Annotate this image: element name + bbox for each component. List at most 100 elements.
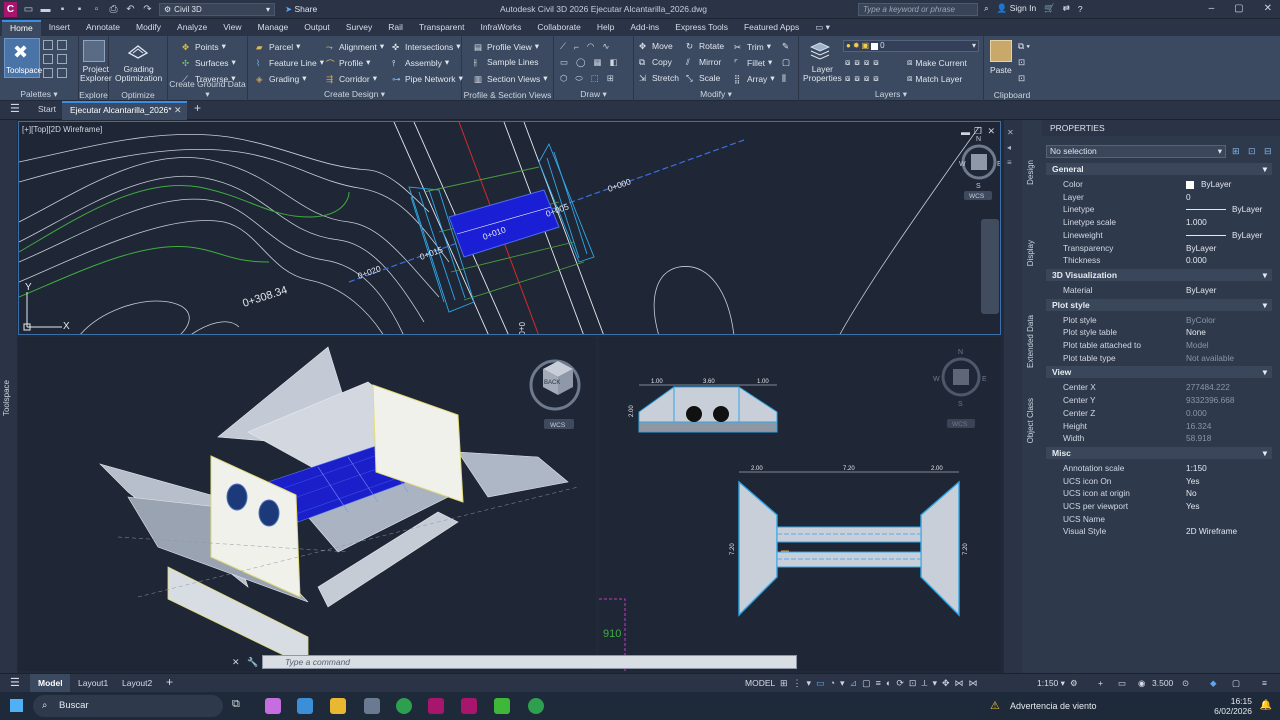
customization-icon[interactable]: ≡ <box>1262 678 1267 688</box>
section-general[interactable]: General ▾ <box>1046 163 1272 175</box>
search-input[interactable]: Type a keyword or phrase <box>858 3 978 16</box>
profile-button[interactable]: ⌒ Profile ▾ <box>326 57 370 69</box>
property-row-center-x[interactable]: Center X 277484.222 <box>1046 381 1272 394</box>
property-row-lineweight[interactable]: Lineweight ByLayer <box>1046 229 1272 242</box>
offset-icon[interactable]: ⫼ <box>782 73 786 84</box>
osnap-track-icon[interactable]: ⊿ <box>850 678 858 689</box>
tab-express-tools[interactable]: Express Tools <box>667 20 736 36</box>
tab-annotate[interactable]: Annotate <box>78 20 128 36</box>
redo-icon[interactable]: ↷ <box>142 4 153 15</box>
rectangle-icon[interactable]: ▭ <box>560 57 568 68</box>
tab-display[interactable]: Display <box>1026 240 1035 266</box>
make-current-button[interactable]: ⧈ Make Current <box>907 57 967 68</box>
autohide-icon[interactable]: ◂ <box>1007 143 1014 152</box>
maximize-icon[interactable]: ▢ <box>1234 3 1243 14</box>
trim-button[interactable]: ✂ Trim ▾ <box>734 41 771 52</box>
windows-start-icon[interactable] <box>10 699 23 712</box>
command-customize-icon[interactable]: 🔧 <box>247 657 258 668</box>
tab-view[interactable]: View <box>215 20 249 36</box>
save-as-icon[interactable]: ▪ <box>74 4 85 15</box>
toggle-pickadd-icon[interactable]: ⊞ <box>1232 146 1240 157</box>
polyline-icon[interactable]: ⌐ <box>574 42 579 52</box>
new-tab-icon[interactable]: + <box>194 101 201 115</box>
viewcube[interactable] <box>971 154 987 170</box>
corridor-button[interactable]: ⇶ Corridor ▾ <box>326 73 377 84</box>
add-layout-icon[interactable]: + <box>166 675 173 689</box>
lineweight-icon[interactable]: ≡ <box>876 678 881 689</box>
layer-dropdown[interactable]: ● ✹ ▣ 0 ▾ <box>843 40 979 52</box>
drawing-area[interactable]: [+][Top][2D Wireframe] ▬ ❐ ✕ 0+000 0+005… <box>17 120 1004 673</box>
property-row-linetype[interactable]: Linetype ByLayer <box>1046 203 1272 216</box>
task-view-icon[interactable]: ⧉ <box>232 698 248 714</box>
ellipse-icon[interactable]: ⬭ <box>575 73 582 84</box>
chrome-icon-2[interactable] <box>528 698 544 714</box>
scale-button[interactable]: ⤡ Scale <box>686 73 720 83</box>
property-row-thickness[interactable]: Thickness 0.000 <box>1046 254 1272 267</box>
detail-viewcube[interactable] <box>953 369 969 385</box>
property-row-ucs-icon-at-origin[interactable]: UCS icon at origin No <box>1046 487 1272 500</box>
tab-object-class[interactable]: Object Class <box>1026 398 1035 443</box>
select-objects-icon[interactable]: ⊡ <box>1248 146 1256 157</box>
table-icon[interactable]: ⊞ <box>607 73 614 84</box>
model-tab[interactable]: Model <box>30 674 70 693</box>
chrome-icon[interactable] <box>396 698 412 714</box>
annotation-visibility-icon[interactable]: ⋈ <box>955 678 964 689</box>
open-web-icon[interactable]: ▫ <box>91 4 102 15</box>
filter-icon[interactable]: ▾ <box>932 678 937 689</box>
tab-transparent[interactable]: Transparent <box>411 20 473 36</box>
ground-title[interactable]: Create Ground Data ▾ <box>168 79 247 100</box>
selection-dropdown[interactable]: No selection ▾ <box>1046 145 1226 158</box>
property-row-linetype-scale[interactable]: Linetype scale 1.000 <box>1046 216 1272 229</box>
quick-select-icon[interactable]: ⊟ <box>1264 146 1272 157</box>
section-plot-style[interactable]: Plot style ▾ <box>1046 298 1272 311</box>
match-layer-button[interactable]: ⧈ Match Layer <box>907 73 962 84</box>
isodraft-icon[interactable]: ▾ <box>840 678 845 689</box>
hatch-icon[interactable]: ▦ <box>594 57 602 68</box>
osnap-icon[interactable]: ▢ <box>862 678 871 689</box>
profile-view-button[interactable]: ▤ Profile View ▾ <box>474 41 539 52</box>
grading-optimization-button[interactable]: Grading Optimization <box>115 65 162 83</box>
tab-analyze[interactable]: Analyze <box>169 20 215 36</box>
status-menu-icon[interactable]: ☰ <box>10 676 20 689</box>
palette-close-icon[interactable]: ✕ <box>1007 128 1014 137</box>
property-row-plot-table-type[interactable]: Plot table type Not available <box>1046 352 1272 365</box>
property-row-center-z[interactable]: Center Z 0.000 <box>1046 407 1272 420</box>
project-explorer-icon[interactable] <box>83 40 105 62</box>
rotate-button[interactable]: ↻ Rotate <box>686 41 724 51</box>
tab-design[interactable]: Design <box>1026 160 1035 185</box>
tab-rail[interactable]: Rail <box>380 20 411 36</box>
parcel-button[interactable]: ▰ Parcel ▾ <box>256 41 300 52</box>
layer-properties-button[interactable]: Layer Properties <box>803 65 842 83</box>
assembly-button[interactable]: ⫯ Assembly ▾ <box>392 57 449 68</box>
layer-lock-icon[interactable]: ⧇ <box>873 57 878 68</box>
print-icon[interactable]: ⎙ <box>108 4 119 15</box>
property-row-center-y[interactable]: Center Y 9332396.668 <box>1046 394 1272 407</box>
start-tab[interactable]: Start <box>38 104 56 114</box>
ribbon-overflow-icon[interactable]: ▭ ▾ <box>807 20 838 36</box>
tab-survey[interactable]: Survey <box>338 20 380 36</box>
command-close-icon[interactable]: ✕ <box>232 657 240 668</box>
settings-icon[interactable] <box>57 40 67 50</box>
properties-icon[interactable] <box>43 68 53 78</box>
fullscreen-icon[interactable]: ▢ <box>1232 678 1240 689</box>
layers-title[interactable]: Layers ▾ <box>799 89 983 100</box>
mirror-button[interactable]: ⫽ Mirror <box>686 57 721 67</box>
palette-menu-icon[interactable]: ≡ <box>1007 158 1014 167</box>
share-button[interactable]: ➤ Share <box>285 4 317 15</box>
toolspace-vertical-label[interactable]: Toolspace <box>2 380 11 416</box>
property-row-layer[interactable]: Layer 0 <box>1046 191 1272 204</box>
grid-icon[interactable]: ⊞ <box>780 678 788 689</box>
property-row-height[interactable]: Height 16.324 <box>1046 420 1272 433</box>
taskbar-search[interactable]: ⌕ Buscar <box>33 695 223 717</box>
tab-help[interactable]: Help <box>589 20 622 36</box>
polygon-icon[interactable]: ⬡ <box>560 73 567 84</box>
erase-icon[interactable]: ✎ <box>782 41 789 52</box>
grading-button[interactable]: ◈ Grading ▾ <box>256 73 307 84</box>
undo-icon[interactable]: ↶ <box>125 4 136 15</box>
section-view[interactable]: View ▾ <box>1046 366 1272 379</box>
open-file-icon[interactable]: ▬ <box>40 4 51 15</box>
layer-thaw-icon[interactable]: ⧇ <box>854 73 859 84</box>
infer-icon[interactable]: ▾ <box>807 678 812 689</box>
property-row-annotation-scale[interactable]: Annotation scale 1:150 <box>1046 462 1272 475</box>
explode-icon[interactable]: ▢ <box>782 57 790 68</box>
